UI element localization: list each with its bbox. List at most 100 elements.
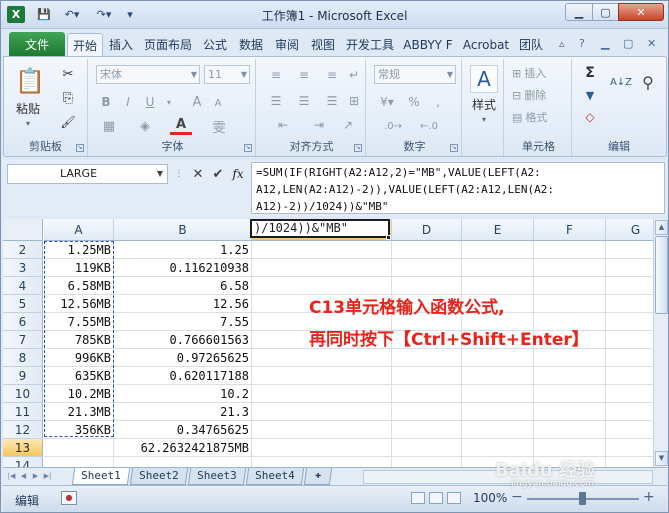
help-icon[interactable]: ?: [579, 37, 585, 50]
tab-home[interactable]: 开始: [67, 33, 103, 56]
column-header-e[interactable]: E: [462, 219, 534, 241]
tab-file[interactable]: 文件: [9, 32, 65, 56]
sheet-tab-2[interactable]: Sheet2: [129, 468, 189, 485]
cell-b13[interactable]: 62.2632421875MB: [114, 439, 252, 457]
new-sheet-icon[interactable]: ✚: [303, 468, 333, 485]
workbook-restore-icon[interactable]: ▢: [623, 37, 633, 50]
cell-b3[interactable]: 0.116210938: [114, 259, 252, 277]
font-size-combo[interactable]: 11 ▼: [204, 65, 250, 84]
workbook-close-icon[interactable]: ✕: [647, 37, 656, 50]
minimize-button[interactable]: ▁: [565, 3, 593, 21]
row-header-11[interactable]: 11: [3, 403, 43, 421]
zoom-out-icon[interactable]: −: [511, 489, 523, 505]
normal-view-icon[interactable]: [411, 492, 425, 504]
number-format-combo[interactable]: 常规 ▼: [374, 65, 456, 84]
tab-review[interactable]: 审阅: [271, 33, 303, 56]
clear-icon[interactable]: ◇: [580, 109, 600, 125]
row-header-4[interactable]: 4: [3, 277, 43, 295]
cell-b12[interactable]: 0.34765625: [114, 421, 252, 439]
format-painter-icon[interactable]: 🖌: [58, 113, 78, 131]
italic-button[interactable]: I: [120, 93, 136, 111]
fill-color-icon[interactable]: ◈: [134, 117, 156, 135]
autosum-icon[interactable]: Σ: [580, 65, 600, 81]
underline-dropdown-icon[interactable]: ▾: [164, 93, 174, 111]
tab-team[interactable]: 团队: [515, 33, 547, 56]
scroll-up-icon[interactable]: ▲: [655, 220, 668, 235]
insert-cells-button[interactable]: ⊞ 插入: [512, 65, 566, 81]
delete-cells-button[interactable]: ⊟ 删除: [512, 87, 566, 103]
last-sheet-icon[interactable]: ▶|: [43, 470, 52, 483]
cancel-icon[interactable]: ✕: [189, 164, 207, 184]
paste-icon[interactable]: 📋: [14, 63, 46, 99]
shrink-font-button[interactable]: A: [210, 95, 226, 111]
zoom-level[interactable]: 100%: [473, 491, 507, 505]
decrease-decimal-icon[interactable]: ←.0: [414, 117, 444, 135]
cell-b8[interactable]: 0.97265625: [114, 349, 252, 367]
alignment-launcher-icon[interactable]: ↘: [354, 144, 362, 152]
align-bottom-icon[interactable]: ≡: [320, 67, 344, 83]
indent-increase-icon[interactable]: ⇥: [304, 117, 334, 133]
percent-icon[interactable]: %: [404, 93, 424, 111]
row-header-6[interactable]: 6: [3, 313, 43, 331]
formula-input[interactable]: =SUM(IF(RIGHT(A2:A12,2)="MB",VALUE(LEFT(…: [251, 162, 665, 214]
align-left-icon[interactable]: ☰: [264, 93, 288, 109]
zoom-slider-thumb[interactable]: [579, 492, 586, 505]
maximize-button[interactable]: ▢: [592, 3, 619, 21]
row-header-9[interactable]: 9: [3, 367, 43, 385]
row-header-7[interactable]: 7: [3, 331, 43, 349]
tab-formulas[interactable]: 公式: [199, 33, 231, 56]
sort-filter-icon[interactable]: A↓Z: [608, 67, 634, 97]
cell-b2[interactable]: 1.25: [114, 241, 252, 259]
clipboard-launcher-icon[interactable]: ↘: [76, 144, 84, 152]
column-header-g[interactable]: G: [606, 219, 653, 241]
font-launcher-icon[interactable]: ↘: [244, 144, 252, 152]
tab-developer[interactable]: 开发工具: [343, 33, 397, 56]
column-header-b[interactable]: B: [114, 219, 252, 241]
fill-handle[interactable]: [386, 235, 391, 240]
wrap-icon[interactable]: ↵: [346, 67, 362, 83]
row-header-2[interactable]: 2: [3, 241, 43, 259]
workbook-minimize-icon[interactable]: ▁: [601, 37, 609, 50]
vertical-scrollbar[interactable]: ▲ ▼: [653, 219, 668, 467]
column-header-d[interactable]: D: [392, 219, 462, 241]
zoom-in-icon[interactable]: +: [643, 489, 655, 505]
font-name-combo[interactable]: 宋体 ▼: [96, 65, 200, 84]
merge-icon[interactable]: ⊞: [346, 93, 362, 109]
row-header-5[interactable]: 5: [3, 295, 43, 313]
underline-button[interactable]: U: [142, 93, 158, 111]
tab-data[interactable]: 数据: [235, 33, 267, 56]
ribbon-collapse-icon[interactable]: ▵: [559, 37, 565, 50]
sheet-tab-4[interactable]: Sheet4: [245, 468, 305, 485]
find-select-icon[interactable]: ⚲: [636, 67, 660, 97]
format-cells-button[interactable]: ▤ 格式: [512, 109, 566, 125]
styles-dropdown-icon[interactable]: ▾: [466, 113, 502, 125]
border-icon[interactable]: ▦: [98, 117, 120, 135]
tab-page-layout[interactable]: 页面布局: [141, 33, 195, 56]
tab-view[interactable]: 视图: [307, 33, 339, 56]
sheet-tab-3[interactable]: Sheet3: [187, 468, 247, 485]
worksheet-grid[interactable]: ABCDEFG 234567891011121314 1.25MB119KB6.…: [3, 219, 653, 467]
tab-insert[interactable]: 插入: [105, 33, 137, 56]
page-break-view-icon[interactable]: [447, 492, 461, 504]
grow-font-button[interactable]: A: [188, 93, 206, 111]
orientation-icon[interactable]: ↗: [338, 117, 358, 133]
cell-b7[interactable]: 0.766601563: [114, 331, 252, 349]
cell-b10[interactable]: 10.2: [114, 385, 252, 403]
wen-pinyin-icon[interactable]: 雯: [208, 117, 230, 136]
tab-abbyy[interactable]: ABBYY F: [401, 33, 455, 56]
column-header-a[interactable]: A: [44, 219, 114, 241]
row-header-13[interactable]: 13: [3, 439, 43, 457]
align-right-icon[interactable]: ☰: [320, 93, 344, 109]
align-center-icon[interactable]: ☰: [292, 93, 316, 109]
select-all-corner[interactable]: [3, 219, 43, 241]
vertical-scroll-thumb[interactable]: [655, 236, 668, 314]
sheet-tab-1[interactable]: Sheet1: [71, 468, 131, 485]
comma-icon[interactable]: ,: [428, 93, 448, 111]
enter-icon[interactable]: ✔: [209, 164, 227, 184]
scroll-down-icon[interactable]: ▼: [655, 451, 668, 466]
cell-b5[interactable]: 12.56: [114, 295, 252, 313]
fill-icon[interactable]: ▼: [580, 87, 600, 103]
align-middle-icon[interactable]: ≡: [292, 67, 316, 83]
cell-b11[interactable]: 21.3: [114, 403, 252, 421]
first-sheet-icon[interactable]: |◀: [7, 470, 16, 483]
